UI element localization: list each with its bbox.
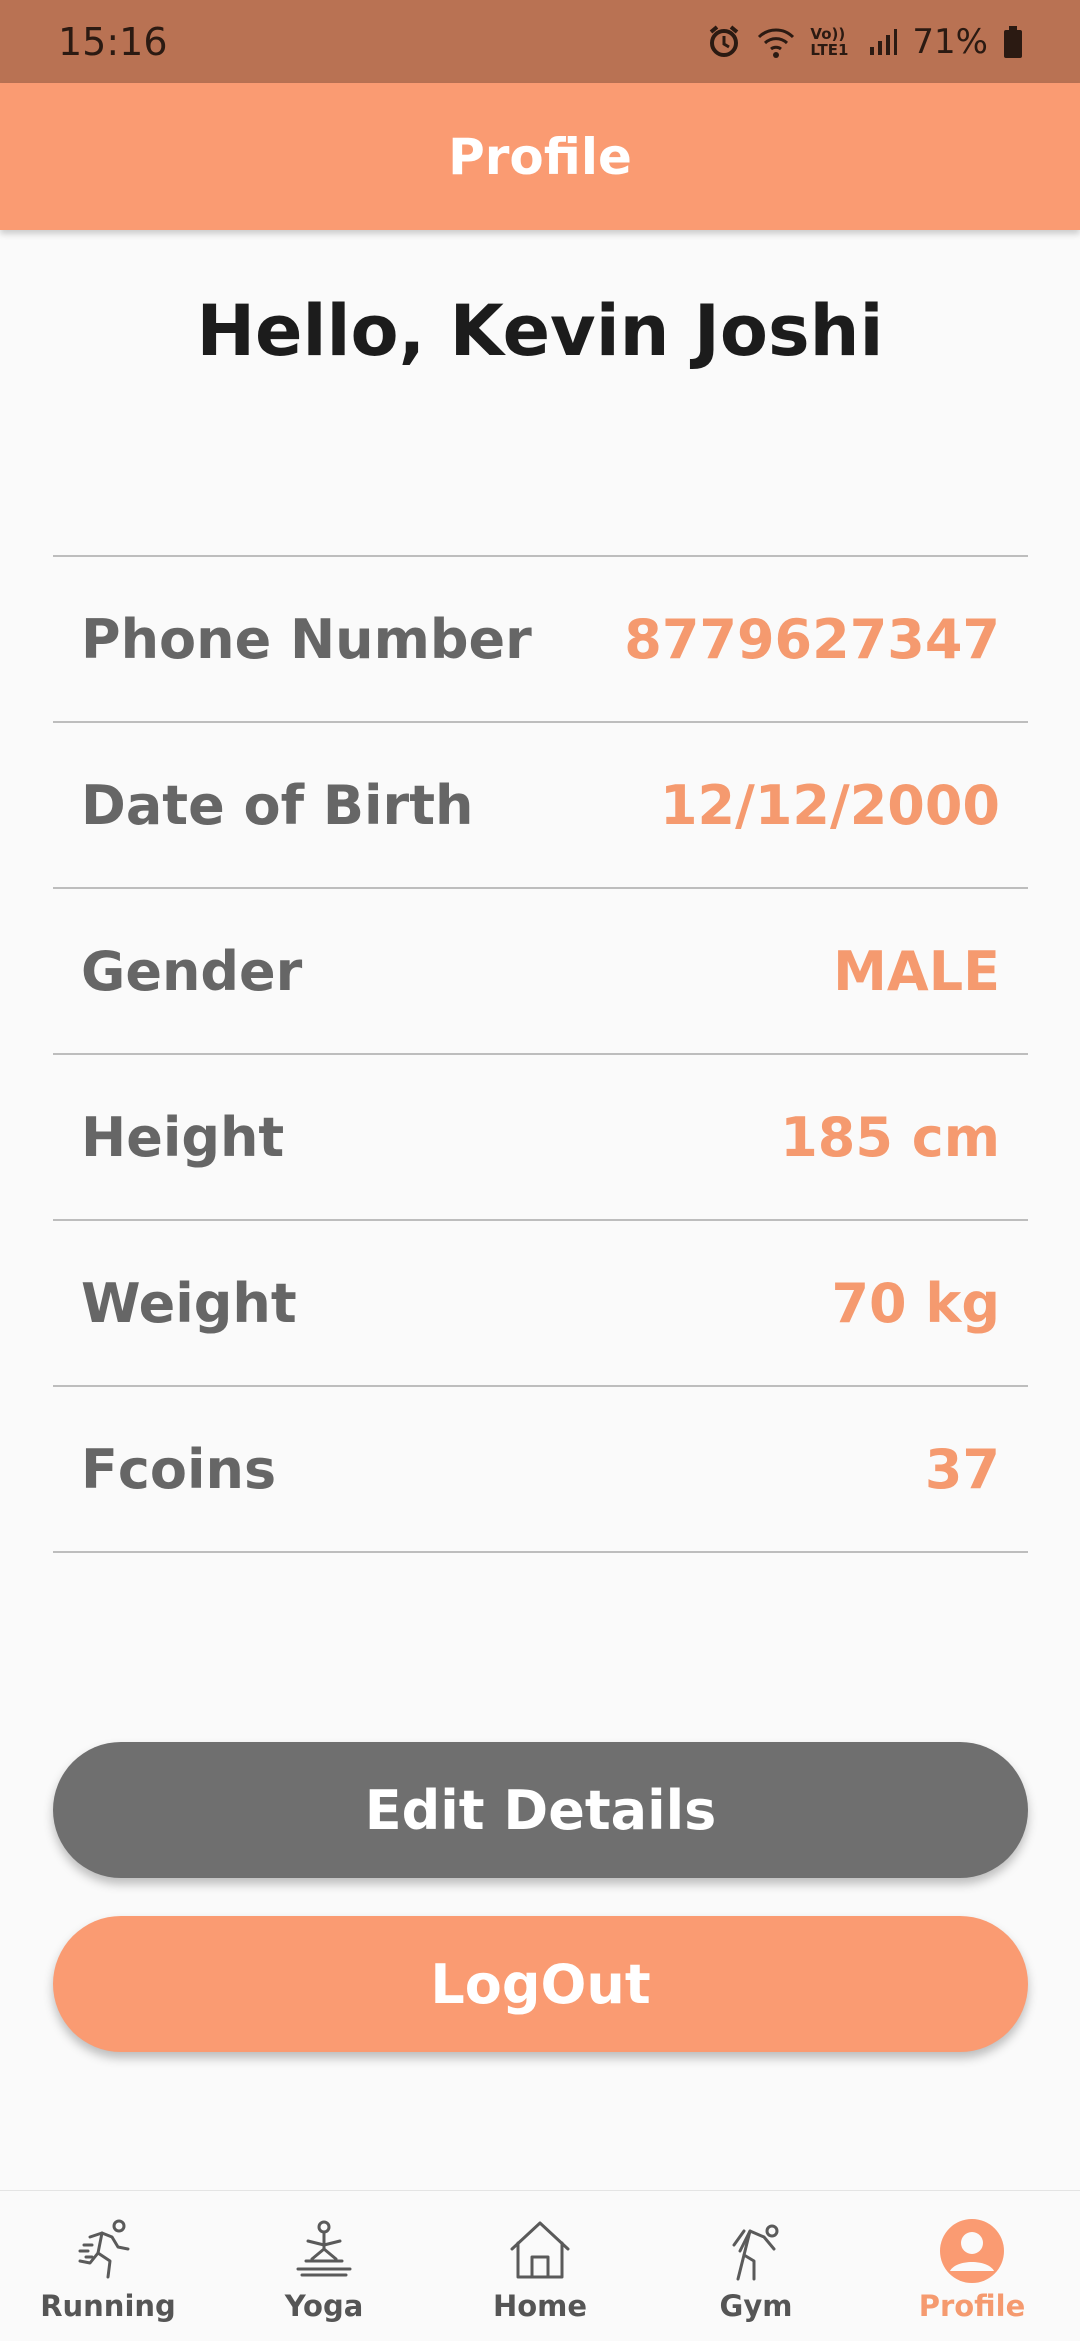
bottom-nav: Running Yoga Home Gym Profile	[0, 2190, 1080, 2341]
info-label: Gender	[81, 939, 303, 1003]
profile-info-list: Phone Number 8779627347 Date of Birth 12…	[53, 555, 1028, 1553]
nav-item-running[interactable]: Running	[0, 2191, 216, 2341]
nav-label-running: Running	[40, 2289, 176, 2323]
home-icon	[510, 2221, 570, 2279]
page-title: Profile	[448, 127, 632, 186]
info-label: Phone Number	[81, 607, 532, 671]
status-bar: 15:16 Vo)) LTE1 71%	[0, 0, 1080, 83]
info-label: Height	[81, 1105, 285, 1169]
nav-item-profile[interactable]: Profile	[864, 2191, 1080, 2341]
nav-item-gym[interactable]: Gym	[648, 2191, 864, 2341]
running-icon	[78, 2219, 130, 2279]
info-label: Date of Birth	[81, 773, 474, 837]
info-value: 185 cm	[780, 1105, 1000, 1169]
nav-item-yoga[interactable]: Yoga	[216, 2191, 432, 2341]
greeting-text: Hello, Kevin Joshi	[196, 290, 884, 372]
info-label: Fcoins	[81, 1437, 277, 1501]
network-type-label: Vo)) LTE1	[810, 24, 849, 59]
profile-icon	[940, 2219, 1004, 2283]
logout-button[interactable]: LogOut	[53, 1916, 1028, 2052]
nav-item-home[interactable]: Home	[432, 2191, 648, 2341]
gym-icon	[732, 2224, 779, 2281]
info-row-weight: Weight 70 kg	[53, 1221, 1028, 1387]
nav-label-gym: Gym	[719, 2289, 793, 2323]
yoga-icon	[296, 2220, 352, 2277]
info-row-phone: Phone Number 8779627347	[53, 557, 1028, 723]
info-value: 12/12/2000	[659, 773, 1000, 837]
status-icons: Vo)) LTE1 71%	[706, 22, 1024, 62]
nav-label-yoga: Yoga	[284, 2289, 364, 2323]
info-value: MALE	[833, 939, 1000, 1003]
info-row-fcoins: Fcoins 37	[53, 1387, 1028, 1553]
app-bar: Profile	[0, 83, 1080, 230]
info-value: 8779627347	[624, 607, 1000, 671]
nav-label-home: Home	[492, 2289, 588, 2323]
nav-label-profile: Profile	[918, 2289, 1026, 2323]
info-label: Weight	[81, 1271, 297, 1335]
status-time: 15:16	[58, 19, 168, 64]
info-row-height: Height 185 cm	[53, 1055, 1028, 1221]
edit-details-button[interactable]: Edit Details	[53, 1742, 1028, 1878]
info-row-dob: Date of Birth 12/12/2000	[53, 723, 1028, 889]
battery-percent: 71%	[912, 21, 988, 62]
info-value: 70 kg	[831, 1271, 1000, 1335]
wifi-icon	[756, 25, 796, 59]
signal-icon	[868, 27, 898, 57]
alarm-icon	[706, 24, 742, 60]
info-value: 37	[924, 1437, 1000, 1501]
battery-icon	[1002, 25, 1024, 59]
info-row-gender: Gender MALE	[53, 889, 1028, 1055]
